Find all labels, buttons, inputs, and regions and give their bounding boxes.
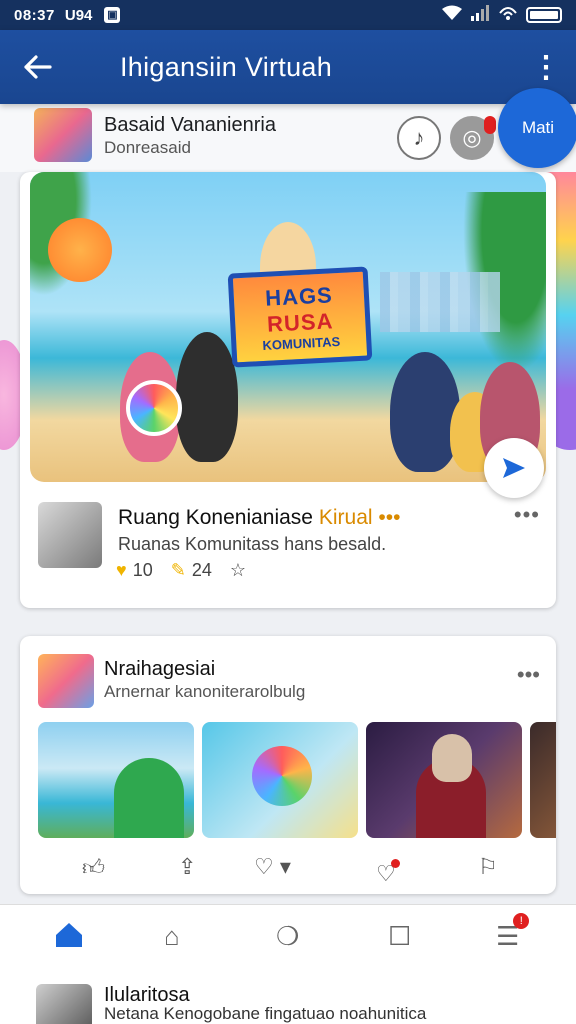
gallery-photo-3[interactable] [366, 722, 522, 838]
share-icon[interactable]: ⇪ [178, 854, 196, 880]
music-note-icon: ♪ [413, 125, 425, 150]
post-title-highlight: Kirual [318, 506, 373, 529]
post-title-dots: ••• [378, 506, 401, 529]
sun-character [48, 218, 112, 282]
bookmark-icon[interactable]: ⚐ [478, 854, 498, 880]
community-icon[interactable]: ⌂ [164, 921, 180, 952]
send-button[interactable] [484, 438, 544, 498]
peek-subtitle: Netana Kenogobane fingatuao noahunitica [104, 1004, 427, 1023]
comment-stat[interactable]: ✎ 24 [171, 560, 212, 581]
signal-icon [470, 5, 490, 25]
chat-bubbles-icon[interactable]: ❍ [276, 921, 299, 952]
comment-icon: ✎ [170, 560, 186, 580]
post-thumbnail[interactable] [38, 502, 102, 568]
hero-image[interactable]: HAGS RUSA KOMUNITAS [30, 172, 546, 482]
like-stat[interactable]: ♥ 10 [116, 560, 153, 581]
group-subtitle: Donreasaid [104, 138, 191, 157]
peek-avatar[interactable] [36, 984, 92, 1024]
post-title: Ruang Konenianiase Kirual ••• [118, 506, 400, 530]
menu-badge: ! [513, 913, 530, 929]
data-icon [498, 5, 518, 25]
sign-line-1: HAGS [264, 281, 334, 311]
record-icon: ◎ [462, 125, 482, 150]
record-button[interactable]: ◎ [450, 116, 496, 160]
heart-icon: ♥ [116, 560, 127, 580]
comment-count: 24 [191, 560, 212, 580]
post-stats: ♥ 10 ✎ 24 ☆ [116, 560, 246, 581]
card2-name: Nraihagesiai [104, 658, 216, 680]
next-post-preview[interactable]: Ilularitosa Netana Kenogobane fingatuao … [0, 970, 576, 1024]
group-header[interactable]: Basaid Vananienria Donreasaid ♪ ◎ [0, 104, 576, 172]
mati-fab-button[interactable]: Mati [498, 88, 576, 168]
like-count: 10 [132, 560, 153, 580]
post-title-main: Ruang Konenianiase [118, 506, 313, 529]
card2-actions: 👍︎ ⇪ ♡ ▾ ♡ ⚐ [20, 848, 556, 888]
card2-subtitle: Arnernar kanoniterarolbulg [104, 682, 306, 701]
card2-avatar[interactable] [38, 654, 94, 708]
page-title: Ihigansiin Virtuah [120, 51, 333, 82]
heart-notify-icon[interactable]: ♡ [376, 859, 400, 887]
like-thumb-icon[interactable]: 👍︎ [82, 854, 105, 881]
post-description: Ruanas Komunitass hans besald. [118, 534, 387, 554]
post-info[interactable]: Ruang Konenianiase Kirual ••• Ruanas Kom… [38, 502, 548, 602]
group-post-card: Nraihagesiai Arnernar kanoniterarolbulg … [20, 636, 556, 894]
community-sign: HAGS RUSA KOMUNITAS [227, 266, 373, 368]
wifi-icon [442, 5, 462, 25]
status-bar: 08:37 U94 ▣ [0, 0, 576, 30]
card2-more-icon[interactable]: ••• [517, 662, 540, 688]
sign-line-3: KOMUNITAS [262, 333, 341, 353]
notification-app-icon: ▣ [104, 7, 121, 23]
gallery-photo-1[interactable] [38, 722, 194, 838]
menu-icon[interactable]: ☰! [496, 913, 530, 952]
message-icon[interactable]: ☐ [388, 921, 411, 952]
back-arrow-icon[interactable] [0, 30, 76, 104]
heart-reaction-icon[interactable]: ♡ ▾ [254, 854, 291, 880]
photo-gallery [38, 722, 556, 838]
star-button[interactable]: ☆ [230, 560, 246, 581]
music-note-button[interactable]: ♪ [397, 116, 441, 160]
send-icon [503, 458, 525, 478]
gallery-photo-4[interactable] [530, 722, 556, 838]
featured-post-card: HAGS RUSA KOMUNITAS Ruang Konenianiase K… [20, 172, 556, 608]
rainbow-emoji-badge [126, 380, 182, 436]
gallery-photo-2[interactable] [202, 722, 358, 838]
star-icon: ☆ [229, 560, 246, 580]
bottom-navigation: ⌂ ❍ ☐ ☰! [0, 904, 576, 970]
battery-icon [526, 7, 562, 23]
status-time: 08:37 [14, 6, 55, 24]
status-carrier: U94 [64, 6, 93, 24]
record-badge [484, 116, 496, 134]
app-bar: Ihigansiin Virtuah ⋮ [0, 30, 576, 104]
sign-line-2: RUSA [266, 307, 335, 337]
post-more-icon[interactable]: ••• [514, 502, 540, 528]
home-icon[interactable] [54, 921, 84, 956]
group-name: Basaid Vananienria [104, 114, 276, 136]
group-avatar[interactable] [34, 108, 92, 162]
